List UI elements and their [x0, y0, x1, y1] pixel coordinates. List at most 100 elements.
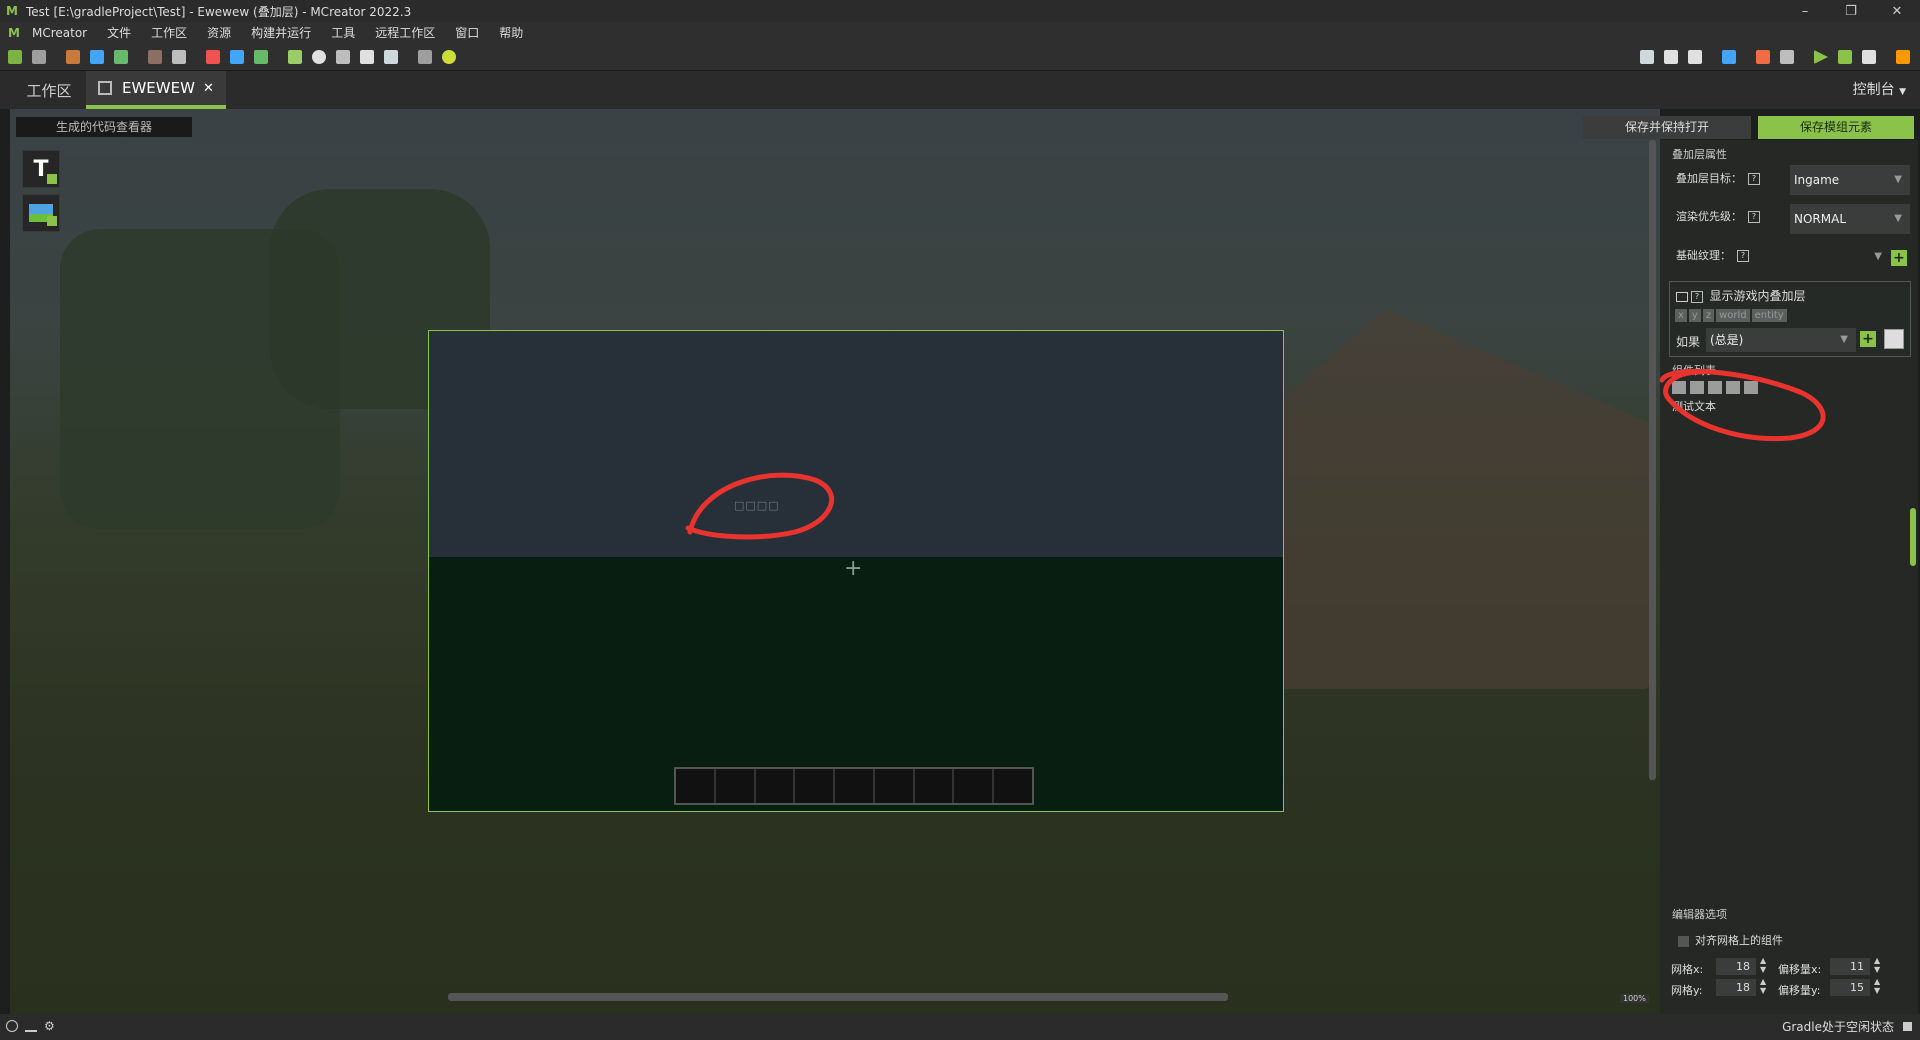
layout-green-icon[interactable] — [254, 50, 268, 64]
layout-red-icon[interactable] — [206, 50, 220, 64]
tab-workspace[interactable]: 工作区 — [14, 71, 84, 109]
delete-component-button[interactable] — [1744, 381, 1758, 394]
offset-x-field[interactable]: 11 — [1830, 958, 1870, 975]
offset-y-field[interactable]: 15 — [1830, 979, 1870, 996]
link-icon[interactable] — [442, 50, 456, 64]
edit-condition-button[interactable] — [1884, 329, 1904, 349]
base-texture-dropdown[interactable]: ▼ — [1790, 242, 1890, 272]
grid-x-stepper-icon[interactable]: ▲ ▼ — [1760, 956, 1766, 974]
maximize-button[interactable]: ❐ — [1828, 0, 1874, 22]
condition-dropdown[interactable]: (总是) ▼ — [1706, 328, 1856, 352]
settings-window-icon[interactable] — [32, 50, 46, 64]
add-text-button[interactable]: T — [22, 150, 60, 188]
vertical-scrollbar[interactable] — [1649, 140, 1656, 780]
horizontal-scrollbar[interactable] — [448, 993, 1228, 1001]
menu-remote-workspace[interactable]: 远程工作区 — [365, 22, 445, 44]
run-server-icon[interactable] — [1838, 50, 1852, 64]
code-viewer-button[interactable]: 生成的代码查看器 — [16, 117, 192, 137]
chevron-down-icon: ▼ — [1894, 213, 1902, 224]
list-icon[interactable] — [418, 50, 432, 64]
build-icon[interactable] — [1722, 50, 1736, 64]
priority-label-text: 渲染优先级： — [1676, 210, 1742, 223]
canvas-text-label[interactable]: □□□□ — [734, 499, 779, 512]
menu-resources[interactable]: 资源 — [197, 22, 241, 44]
close-tab-icon[interactable]: ✕ — [203, 81, 214, 96]
export-icon[interactable] — [384, 50, 398, 64]
priority-dropdown[interactable]: NORMAL ▼ — [1790, 204, 1910, 234]
overlay-properties-title: 叠加层属性 — [1672, 148, 1727, 161]
overlay-canvas[interactable]: □□□□ + — [428, 330, 1284, 812]
component-list-item[interactable]: 测试文本 — [1672, 398, 1716, 414]
grid-y-field[interactable]: 18 — [1716, 979, 1756, 996]
git-branch-icon[interactable] — [1640, 50, 1654, 64]
hammer-icon[interactable] — [1780, 50, 1794, 64]
help-icon[interactable]: ? — [1748, 211, 1760, 223]
move-down-button[interactable] — [1690, 381, 1704, 394]
chip-entity: entity — [1751, 309, 1787, 322]
menu-help[interactable]: 帮助 — [489, 22, 533, 44]
add-image-button[interactable] — [22, 194, 60, 232]
help-icon[interactable]: ? — [1748, 173, 1760, 185]
share-icon[interactable] — [25, 1021, 37, 1032]
structure-icon[interactable] — [114, 50, 128, 64]
add-texture-button[interactable]: + — [1891, 250, 1907, 266]
hotbar-slot — [915, 769, 955, 803]
stop-icon[interactable] — [1862, 50, 1876, 64]
variables-icon[interactable] — [288, 50, 302, 64]
gradle-status: Gradle处于空闲状态 — [1782, 1020, 1894, 1034]
info-icon[interactable] — [6, 1020, 18, 1032]
run-client-icon[interactable] — [1814, 50, 1828, 64]
background-icon[interactable] — [172, 50, 186, 64]
layout-blue-icon[interactable] — [230, 50, 244, 64]
workspace-icon[interactable] — [8, 50, 22, 64]
editor-options-title: 编辑器选项 — [1672, 908, 1727, 921]
menu-build-run[interactable]: 构建并运行 — [241, 22, 321, 44]
snap-grid-checkbox[interactable] — [1678, 935, 1689, 947]
export-mod-icon[interactable] — [1896, 50, 1910, 64]
menu-file[interactable]: 文件 — [97, 22, 141, 44]
sound-icon[interactable] — [90, 50, 104, 64]
hotbar-slot — [835, 769, 875, 803]
pull-icon[interactable] — [1664, 50, 1678, 64]
priority-value: NORMAL — [1794, 212, 1847, 226]
console-toggle[interactable]: 控制台 ▼ — [1853, 71, 1906, 109]
menu-mcreator[interactable]: MCreator — [22, 22, 97, 44]
tag-icon[interactable] — [336, 50, 350, 64]
menu-workspace[interactable]: 工作区 — [141, 22, 197, 44]
close-window-button[interactable]: ✕ — [1874, 0, 1920, 22]
component-actions — [1672, 381, 1762, 397]
save-keep-open-button[interactable]: 保存并保持打开 — [1583, 116, 1751, 139]
model-icon[interactable] — [148, 50, 162, 64]
snap-grid-row[interactable]: 对齐网格上的组件 — [1678, 932, 1783, 948]
move-up-button[interactable] — [1672, 381, 1686, 394]
tools-icon[interactable] — [360, 50, 374, 64]
add-image-icon — [29, 204, 57, 226]
grid-x-field[interactable]: 18 — [1716, 958, 1756, 975]
crosshair-icon: + — [844, 556, 863, 581]
zoom-level: 100% — [1620, 994, 1649, 1003]
condition-value: (总是) — [1710, 333, 1744, 347]
push-icon[interactable] — [1688, 50, 1702, 64]
tab-ewewew[interactable]: EWEWEW ✕ — [86, 71, 226, 109]
menu-window[interactable]: 窗口 — [445, 22, 489, 44]
offset-x-stepper-icon[interactable]: ▲ ▼ — [1874, 956, 1880, 974]
chat-icon[interactable] — [312, 50, 326, 64]
gear-icon[interactable]: ⚙ — [44, 1019, 55, 1033]
save-element-button[interactable]: 保存模组元素 — [1758, 116, 1914, 139]
clean-icon[interactable] — [1756, 50, 1770, 64]
grid-y-stepper-icon[interactable]: ▲ ▼ — [1760, 977, 1766, 995]
stop-gradle-icon[interactable] — [1903, 1022, 1912, 1031]
texture-icon[interactable] — [66, 50, 80, 64]
menu-tools[interactable]: 工具 — [321, 22, 365, 44]
help-icon[interactable]: ? — [1737, 250, 1749, 262]
add-condition-button[interactable]: + — [1860, 331, 1876, 347]
offset-y-stepper-icon[interactable]: ▲ ▼ — [1874, 977, 1880, 995]
lock-component-button[interactable] — [1726, 381, 1740, 394]
edit-component-button[interactable] — [1708, 381, 1722, 394]
tab-ewewew-label: EWEWEW — [122, 79, 195, 97]
panel-scrollbar[interactable] — [1910, 508, 1916, 566]
target-dropdown[interactable]: Ingame ▼ — [1790, 165, 1910, 195]
component-list-title: 组件列表 — [1672, 364, 1716, 377]
help-icon[interactable]: ? — [1691, 291, 1703, 303]
minimize-button[interactable]: – — [1782, 0, 1828, 22]
